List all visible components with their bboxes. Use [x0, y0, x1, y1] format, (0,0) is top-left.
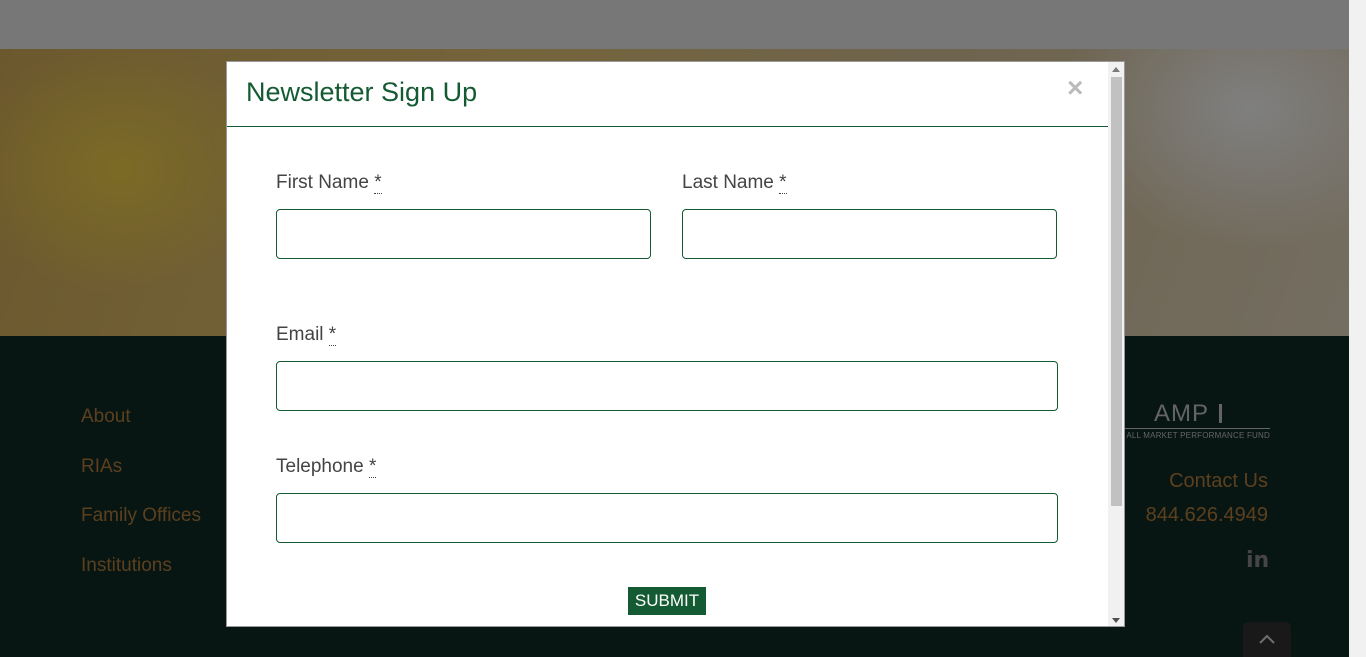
first-name-field-box — [276, 209, 651, 259]
email-label-text: Email — [276, 324, 324, 345]
required-mark: * — [779, 172, 787, 194]
last-name-field-box — [682, 209, 1057, 259]
first-name-input[interactable] — [277, 210, 650, 258]
telephone-label-text: Telephone — [276, 456, 364, 477]
required-mark: * — [328, 324, 337, 346]
submit-button[interactable]: SUBMIT — [628, 587, 706, 615]
telephone-field-box — [276, 493, 1058, 543]
modal-header: Newsletter Sign Up × — [227, 62, 1108, 127]
scroll-up-icon[interactable] — [1112, 67, 1120, 72]
required-mark: * — [368, 456, 377, 478]
last-name-label-text: Last Name — [682, 172, 774, 193]
scroll-down-icon[interactable] — [1112, 618, 1120, 623]
telephone-input[interactable] — [277, 494, 1057, 542]
newsletter-modal: Newsletter Sign Up × First Name * Last N… — [226, 61, 1125, 627]
last-name-input[interactable] — [683, 210, 1056, 258]
first-name-label: First Name * — [276, 172, 382, 194]
first-name-label-text: First Name — [276, 172, 369, 193]
scroll-thumb[interactable] — [1111, 77, 1122, 506]
modal-scrollbar[interactable] — [1108, 62, 1124, 626]
email-field-box — [276, 361, 1058, 411]
close-button[interactable]: × — [1067, 72, 1083, 104]
email-label: Email * — [276, 324, 337, 346]
modal-title: Newsletter Sign Up — [246, 77, 478, 107]
page-scrollbar[interactable] — [1349, 0, 1366, 657]
required-mark: * — [374, 172, 382, 194]
email-input[interactable] — [277, 362, 1057, 410]
last-name-label: Last Name * — [682, 172, 787, 194]
telephone-label: Telephone * — [276, 456, 377, 478]
